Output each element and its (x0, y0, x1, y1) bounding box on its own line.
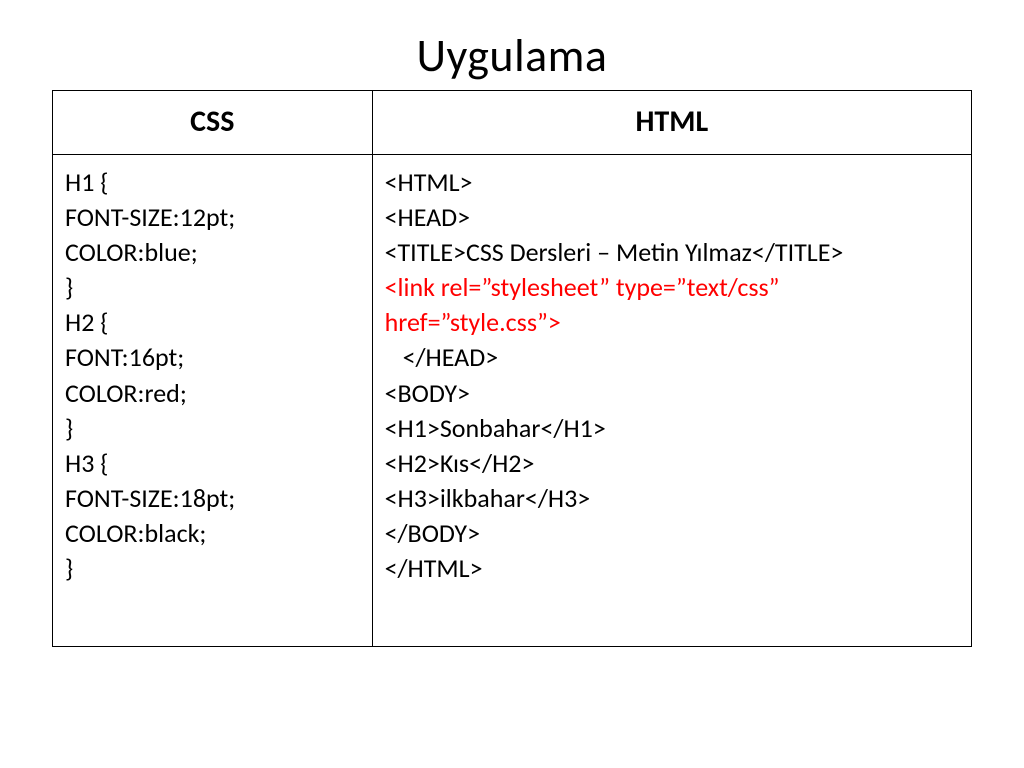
html-line: <HTML> (385, 165, 959, 200)
html-line: <HEAD> (385, 200, 959, 235)
html-line: <TITLE>CSS Dersleri – Metin Yılmaz</TITL… (385, 235, 959, 270)
css-line: H2 { (65, 305, 360, 340)
html-line: </BODY> (385, 516, 959, 551)
html-line: <BODY> (385, 376, 959, 411)
slide: Uygulama CSS HTML H1 { FONT-SIZE:12pt; C… (0, 0, 1024, 768)
slide-title: Uygulama (0, 28, 1024, 84)
code-table: CSS HTML H1 { FONT-SIZE:12pt; COLOR:blue… (52, 90, 972, 647)
css-line: COLOR:blue; (65, 235, 360, 270)
column-header-css: CSS (53, 91, 373, 155)
html-line-link: <link rel=”stylesheet” type=”text/css” h… (385, 270, 959, 340)
css-line: COLOR:red; (65, 376, 360, 411)
table-header-row: CSS HTML (53, 91, 972, 155)
css-line: H1 { (65, 165, 360, 200)
css-line: FONT:16pt; (65, 340, 360, 375)
css-line: } (65, 411, 360, 446)
css-line: } (65, 551, 360, 586)
column-header-html: HTML (372, 91, 971, 155)
html-line: </HEAD> (385, 340, 959, 375)
css-code-cell: H1 { FONT-SIZE:12pt; COLOR:blue; } H2 { … (53, 155, 373, 647)
css-line: } (65, 270, 360, 305)
html-line: <H2>Kıs</H2> (385, 446, 959, 481)
html-line: </HTML> (385, 551, 959, 586)
css-line: H3 { (65, 446, 360, 481)
css-line: COLOR:black; (65, 516, 360, 551)
html-line: <H3>ilkbahar</H3> (385, 481, 959, 516)
html-line: <H1>Sonbahar</H1> (385, 411, 959, 446)
html-code-cell: <HTML> <HEAD> <TITLE>CSS Dersleri – Meti… (372, 155, 971, 647)
table-row: H1 { FONT-SIZE:12pt; COLOR:blue; } H2 { … (53, 155, 972, 647)
css-line: FONT-SIZE:18pt; (65, 481, 360, 516)
css-line: FONT-SIZE:12pt; (65, 200, 360, 235)
